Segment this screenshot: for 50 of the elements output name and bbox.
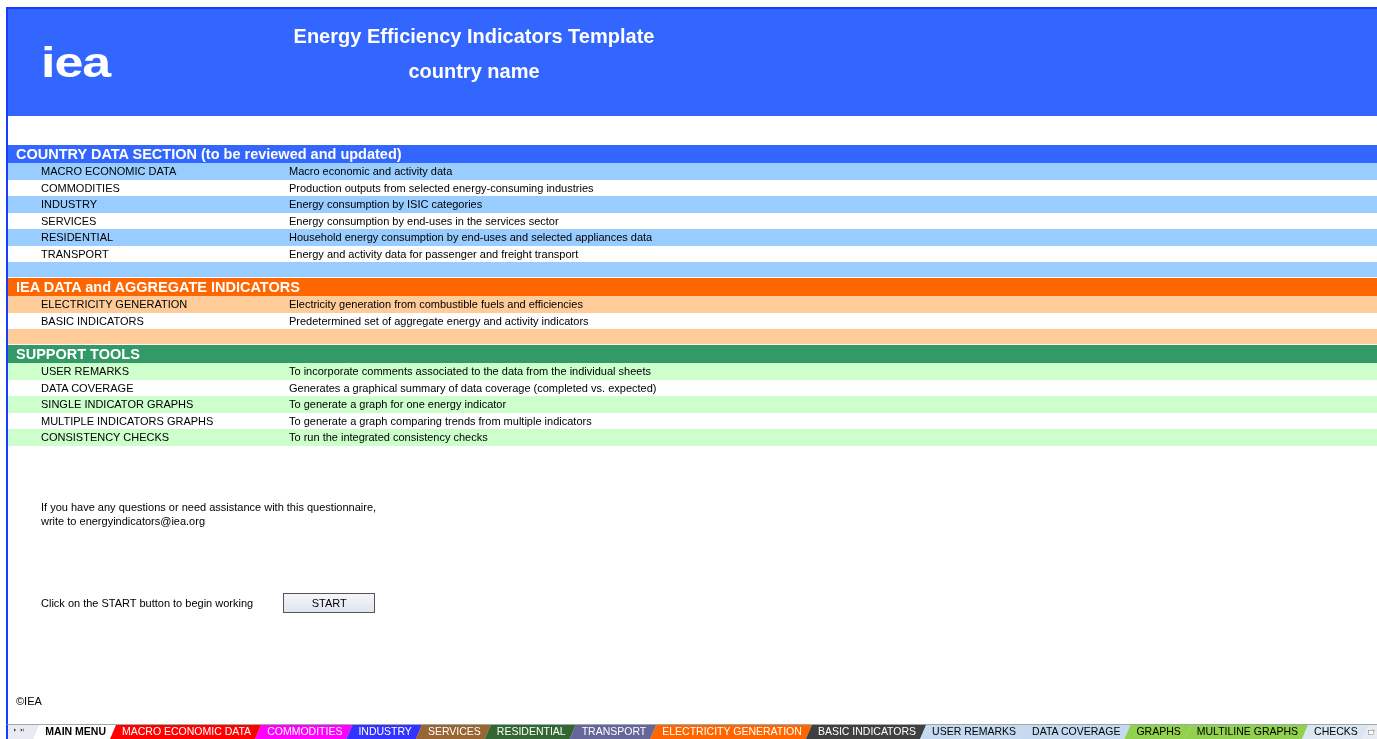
insert-sheet-icon[interactable] (1367, 726, 1375, 738)
copyright: ©IEA (16, 695, 43, 707)
sheet-link[interactable]: INDUSTRY (8, 196, 289, 213)
sheet-tab[interactable]: USER REMARKS (920, 725, 1027, 739)
template-title: Energy Efficiency Indicators Template (293, 24, 655, 48)
sheet-tab[interactable]: TRANSPORT (569, 725, 657, 739)
sheet-link[interactable]: USER REMARKS (8, 363, 289, 380)
contact-text: If you have any questions or need assistance with this questionnaire, (41, 499, 378, 514)
sheet-description: To incorporate comments associated to the data from the individual sheets (289, 364, 651, 379)
sheet-description: Household energy consumption by end-uses and selected appliances data (289, 230, 653, 245)
sheet-description: Energy consumption by ISIC categories (289, 197, 483, 212)
sheet-description: Predetermined set of aggregate energy and activity indicators (289, 313, 589, 329)
sheet-tab[interactable]: CHECKS (1302, 725, 1368, 739)
sheet-link[interactable]: COMMODITIES (8, 179, 289, 196)
sheet-link[interactable]: ELECTRICITY GENERATION (8, 296, 289, 313)
sheet-link[interactable]: BASIC INDICATORS (8, 312, 289, 329)
sheet-tab[interactable]: MACRO ECONOMIC DATA (110, 725, 262, 739)
sheet-link[interactable]: RESIDENTIAL (8, 229, 289, 246)
section-header: IEA DATA and AGGREGATE INDICATORS (8, 278, 1377, 296)
sheet-description: To generate a graph comparing trends from multiple indicators (289, 413, 592, 429)
sheet-tab[interactable]: INDUSTRY (346, 725, 422, 739)
sheet-tab[interactable]: SERVICES (415, 725, 491, 739)
sheet-link[interactable]: TRANSPORT (8, 245, 289, 262)
sheet-link[interactable]: MACRO ECONOMIC DATA (8, 163, 289, 180)
contact-text: write to energyindicators@iea.org (41, 513, 207, 528)
sheet-description: Energy and activity data for passenger and freight transport (289, 246, 579, 262)
sheet-link[interactable]: SERVICES (8, 212, 289, 229)
start-button[interactable]: START (283, 592, 376, 613)
sheet-link[interactable]: CONSISTENCY CHECKS (8, 429, 289, 446)
sheet-tab[interactable]: RESIDENTIAL (484, 725, 576, 739)
sheet-tab[interactable]: GRAPHS (1124, 725, 1191, 739)
sheet-description: Production outputs from selected energy-consuming industries (289, 180, 594, 196)
sheet-link[interactable]: MULTIPLE INDICATORS GRAPHS (8, 412, 289, 429)
sheet-description: Generates a graphical summary of data coverage (completed vs. expected) (289, 380, 657, 396)
sheet-description: To generate a graph for one energy indicator (289, 397, 507, 412)
sheet-description: Energy consumption by end-uses in the services sector (289, 213, 559, 229)
sheet-tab[interactable]: MULTILINE GRAPHS (1184, 725, 1309, 739)
sheet-description: Macro economic and activity data (289, 164, 453, 179)
sheet-description: Electricity generation from combustible fuels and efficiencies (289, 297, 583, 312)
sheet-link[interactable]: DATA COVERAGE (8, 379, 289, 396)
sheet-link[interactable]: SINGLE INDICATOR GRAPHS (8, 396, 289, 413)
iea-logo: iea (41, 41, 113, 84)
sheet-tab[interactable]: MAIN MENU (33, 725, 116, 739)
sheet-description: To run the integrated consistency checks (289, 430, 488, 445)
start-prompt: Click on the START button to begin working (41, 596, 254, 609)
country-name: country name (408, 59, 540, 83)
section-header: COUNTRY DATA SECTION (to be reviewed and updated) (8, 145, 1377, 163)
sheet-tab[interactable]: DATA COVERAGE (1020, 725, 1131, 739)
sheet-tab[interactable]: BASIC INDICATORS (805, 725, 927, 739)
section-header: SUPPORT TOOLS (8, 345, 1377, 363)
